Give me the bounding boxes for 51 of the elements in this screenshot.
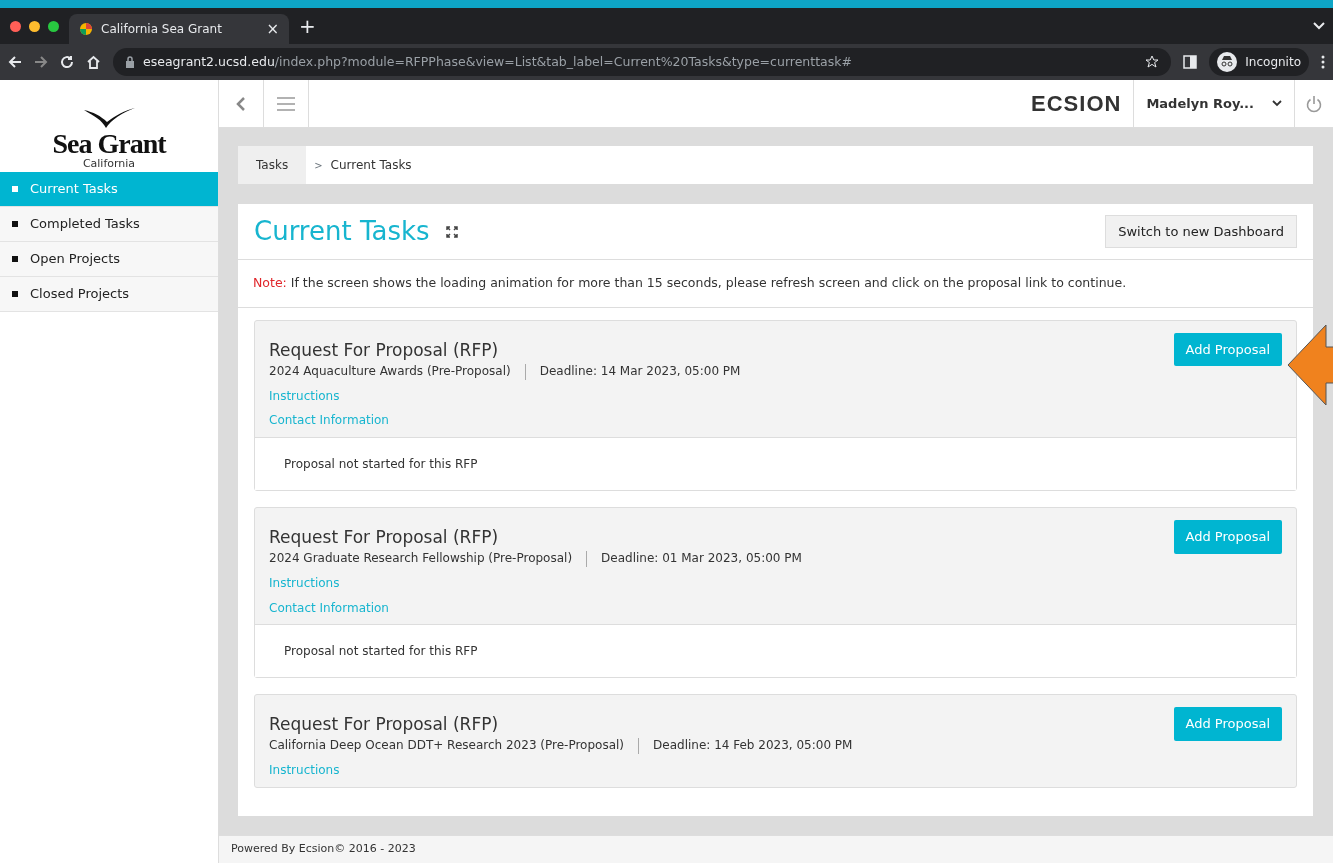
rfp-title: Request For Proposal (RFP) [269,338,500,361]
side-panel-icon[interactable] [1183,55,1198,69]
breadcrumb-current: Current Tasks [330,157,412,174]
power-icon [1306,94,1322,113]
back-arrow-icon[interactable] [8,55,22,69]
browser-tab[interactable]: California Sea Grant × [69,14,289,44]
address-bar[interactable]: eseagrant2.ucsd.edu/index.php?module=RFPPhase&view=List&tab_label=Current%20Tasks&type=currenttask# [113,48,1172,76]
maximize-window-icon[interactable] [48,20,59,32]
chevron-left-icon [236,95,246,112]
rfp-title: Request For Proposal (RFP) [269,526,500,549]
sidebar-item[interactable]: Completed Tasks [0,207,218,242]
program-name: California Deep Ocean DDT+ Research 2023 (Pre-Proposal) [269,738,625,755]
status-text: Proposal not started for this RFP [255,437,1296,491]
reload-icon[interactable] [60,55,74,69]
profile-label: Incognito [1245,54,1301,71]
logo-title: Sea Grant [52,129,166,158]
footer-text: Powered By Ecsion© 2016 - 2023 [219,835,1333,863]
star-icon[interactable] [1145,55,1160,69]
forward-arrow-icon[interactable] [34,55,48,69]
user-menu[interactable]: Madelyn Roy... [1133,79,1295,128]
tab-title: California Sea Grant [101,21,223,38]
deadline-text: Deadline: 14 Feb 2023, 05:00 PM [653,738,853,755]
note-text: Note: If the screen shows the loading animation for more than 15 seconds, please refresh screen and click on the proposal link to continue. [238,260,1313,308]
pointer-arrow-icon [1286,323,1333,407]
expand-icon[interactable] [445,225,458,238]
home-icon[interactable] [86,55,101,69]
tab-close-button[interactable]: × [266,17,279,41]
rfp-title: Request For Proposal (RFP) [269,713,500,736]
deadline-text: Deadline: 14 Mar 2023, 05:00 PM [539,363,741,380]
more-options-icon[interactable] [1321,55,1325,69]
minimize-window-icon[interactable] [29,20,40,32]
menu-icon [277,96,295,111]
status-text: Proposal not started for this RFP [255,624,1296,678]
chevron-down-icon[interactable] [1313,22,1325,30]
switch-dashboard-button[interactable]: Switch to new Dashboard [1105,214,1297,249]
chevron-down-icon [1272,100,1282,107]
brand-logo: ECSION [1031,90,1123,118]
sidebar-item[interactable]: Closed Projects [0,277,218,312]
breadcrumb-separator: > [313,158,324,173]
site-favicon-icon [79,22,93,36]
incognito-icon [1217,52,1238,72]
lock-icon [125,56,135,68]
program-name: 2024 Aquaculture Awards (Pre-Proposal) [269,363,511,380]
new-tab-button[interactable]: + [299,11,316,41]
logo-subtitle: California [82,157,136,170]
close-window-icon[interactable] [10,20,21,32]
page-title: Current Tasks [254,215,430,248]
deadline-text: Deadline: 01 Mar 2023, 05:00 PM [601,551,802,568]
breadcrumb-link[interactable]: Tasks [238,146,307,184]
program-name: 2024 Graduate Research Fellowship (Pre-Proposal) [269,551,573,568]
sidebar-item[interactable]: Open Projects [0,242,218,277]
